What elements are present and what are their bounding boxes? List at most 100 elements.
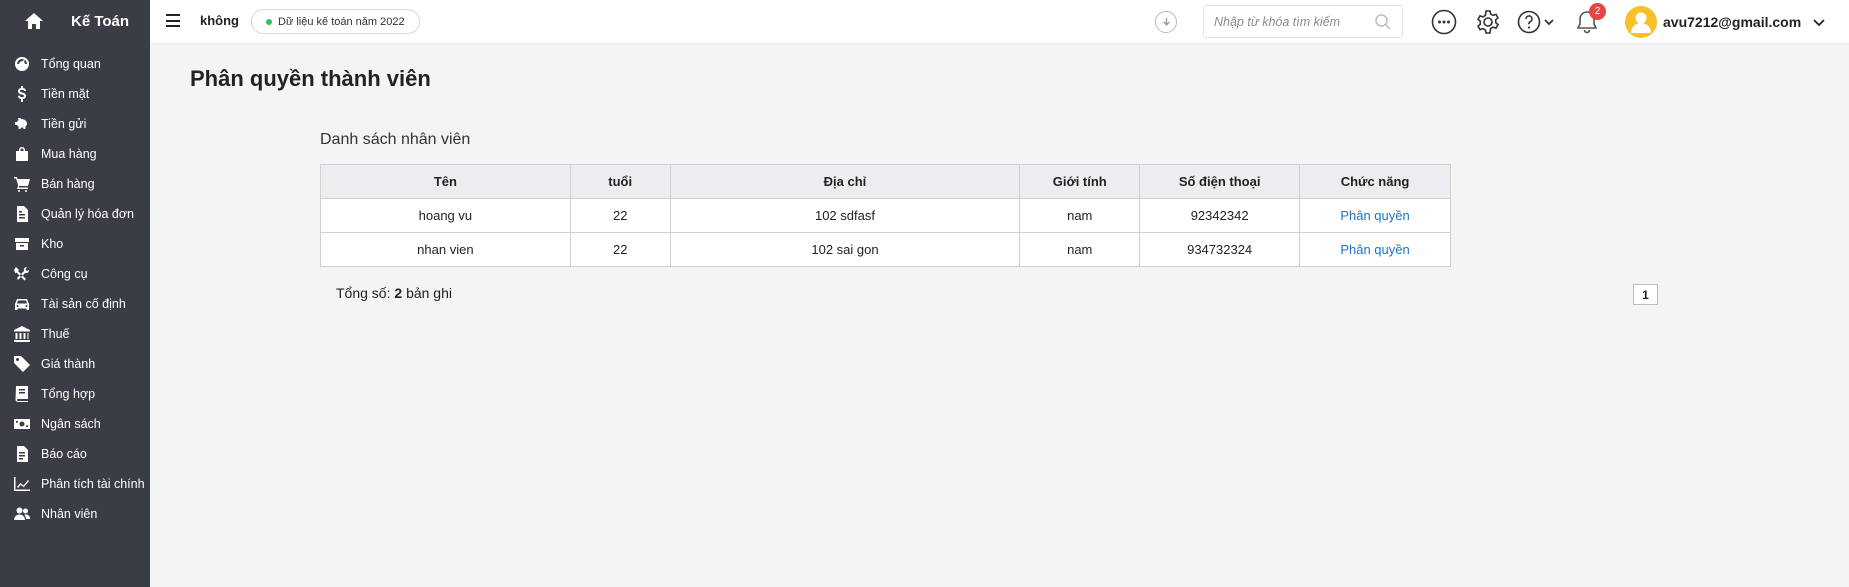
search-box — [1203, 5, 1403, 38]
cell-gender: nam — [1019, 198, 1141, 233]
dashboard-icon — [13, 56, 31, 72]
sidebar-item-label: Thuế — [41, 327, 70, 341]
shopping-bag-icon — [13, 146, 31, 162]
line-chart-icon — [13, 476, 31, 492]
cell-name: nhan vien — [320, 232, 571, 267]
search-icon[interactable] — [1374, 13, 1392, 31]
piggy-bank-icon — [13, 116, 31, 132]
brand[interactable]: Kế Toán — [0, 0, 150, 42]
sidebar-item-thue[interactable]: Thuế — [0, 319, 150, 349]
chevron-down-icon — [1813, 15, 1825, 30]
invoice-icon — [13, 206, 31, 222]
sidebar-item-label: Kho — [41, 237, 64, 251]
sidebar-item-label: Tổng quan — [41, 57, 101, 71]
database-label: Dữ liệu kế toán năm 2022 — [278, 15, 405, 28]
sidebar-item-tong-hop[interactable]: Tổng hợp — [0, 379, 150, 409]
cell-address: 102 sdfasf — [669, 198, 1021, 233]
sidebar-item-cong-cu[interactable]: Công cụ — [0, 259, 150, 289]
column-header-name: Tên — [320, 164, 571, 199]
app-title: Kế Toán — [71, 12, 130, 30]
search-input[interactable] — [1214, 14, 1364, 29]
sidebar-item-tong-quan[interactable]: Tổng quan — [0, 49, 150, 79]
sidebar-item-ban-hang[interactable]: Bán hàng — [0, 169, 150, 199]
section-title: Danh sách nhân viên — [320, 131, 471, 148]
sidebar-nav: Tổng quan Tiền mặt Tiền gửi Mua hàng Bán… — [0, 49, 150, 529]
home-icon[interactable] — [24, 11, 44, 31]
cell-action: Phân quyền — [1299, 198, 1451, 233]
sidebar-item-label: Tiền gửi — [41, 117, 87, 131]
warehouse-icon — [13, 236, 31, 252]
sidebar-item-phan-tich-tai-chinh[interactable]: Phân tích tài chính — [0, 469, 150, 499]
pagination-page-button[interactable]: 1 — [1633, 284, 1658, 305]
book-icon — [13, 386, 31, 402]
sidebar-item-label: Tài sản cố định — [41, 297, 126, 311]
sidebar-item-ngan-sach[interactable]: Ngân sách — [0, 409, 150, 439]
user-email: avu7212@gmail.com — [1663, 14, 1802, 30]
tag-icon — [13, 356, 31, 372]
top-bar: không Dữ liệu kế toán năm 2022 2 avu7212… — [150, 0, 1849, 44]
sidebar-item-tai-san-co-dinh[interactable]: Tài sản cố định — [0, 289, 150, 319]
notification-badge: 2 — [1589, 3, 1606, 20]
sidebar-item-label: Phân tích tài chính — [41, 477, 145, 491]
column-header-gender: Giới tính — [1019, 164, 1141, 199]
report-icon — [13, 446, 31, 462]
money-icon — [13, 416, 31, 432]
table-row: nhan vien 22 102 sai gon nam 934732324 P… — [320, 232, 1451, 267]
company-name[interactable]: không — [200, 13, 239, 28]
sidebar-item-tien-mat[interactable]: Tiền mặt — [0, 79, 150, 109]
users-icon — [13, 506, 31, 522]
cart-icon — [13, 176, 31, 192]
cell-age: 22 — [569, 198, 671, 233]
sidebar: Kế Toán Tổng quan Tiền mặt Tiền gửi Mua … — [0, 0, 150, 587]
column-header-phone: Số điện thoại — [1139, 164, 1301, 199]
sidebar-item-quan-ly-hoa-don[interactable]: Quản lý hóa đơn — [0, 199, 150, 229]
cell-name: hoang vu — [320, 198, 571, 233]
sidebar-item-label: Báo cáo — [41, 447, 87, 461]
download-icon[interactable] — [1155, 11, 1177, 33]
sidebar-item-label: Công cụ — [41, 267, 88, 281]
record-total: Tổng số: 2 bản ghi — [336, 285, 452, 301]
sidebar-item-label: Mua hàng — [41, 147, 97, 161]
table-row: hoang vu 22 102 sdfasf nam 92342342 Phân… — [320, 198, 1451, 233]
employee-table: Tên tuổi Địa chỉ Giới tính Số điện thoại… — [320, 164, 1451, 267]
sidebar-item-label: Quản lý hóa đơn — [41, 207, 134, 221]
menu-toggle-icon[interactable] — [166, 14, 180, 27]
sidebar-item-kho[interactable]: Kho — [0, 229, 150, 259]
cell-address: 102 sai gon — [669, 232, 1021, 267]
sidebar-item-nhan-vien[interactable]: Nhân viên — [0, 499, 150, 529]
table-header-row: Tên tuổi Địa chỉ Giới tính Số điện thoại… — [320, 164, 1451, 199]
settings-gear-icon[interactable] — [1475, 9, 1501, 35]
page-title: Phân quyền thành viên — [190, 66, 431, 91]
cell-gender: nam — [1019, 232, 1141, 267]
column-header-action: Chức năng — [1299, 164, 1451, 199]
column-header-age: tuổi — [569, 164, 671, 199]
cell-phone: 92342342 — [1139, 198, 1301, 233]
sidebar-item-label: Ngân sách — [41, 417, 101, 431]
notification-bell-icon[interactable]: 2 — [1574, 3, 1606, 35]
sidebar-item-bao-cao[interactable]: Báo cáo — [0, 439, 150, 469]
column-header-address: Địa chỉ — [669, 164, 1021, 199]
sidebar-item-label: Tiền mặt — [41, 87, 90, 101]
sidebar-item-label: Tổng hợp — [41, 387, 96, 401]
help-icon[interactable] — [1517, 9, 1557, 35]
bank-icon — [13, 326, 31, 342]
sidebar-item-label: Nhân viên — [41, 507, 98, 521]
sidebar-item-gia-thanh[interactable]: Giá thành — [0, 349, 150, 379]
assign-permission-link[interactable]: Phân quyền — [1340, 208, 1409, 223]
sidebar-item-mua-hang[interactable]: Mua hàng — [0, 139, 150, 169]
dollar-icon — [13, 86, 31, 102]
avatar — [1625, 6, 1657, 38]
database-selector[interactable]: Dữ liệu kế toán năm 2022 — [251, 9, 420, 34]
total-count: 2 — [394, 285, 403, 301]
sidebar-item-label: Giá thành — [41, 357, 96, 371]
user-menu[interactable]: avu7212@gmail.com — [1625, 6, 1825, 38]
status-dot — [266, 18, 272, 25]
sidebar-item-tien-gui[interactable]: Tiền gửi — [0, 109, 150, 139]
assign-permission-link[interactable]: Phân quyền — [1340, 242, 1409, 257]
car-icon — [13, 296, 31, 312]
total-label: Tổng số: — [336, 285, 391, 301]
more-options-icon[interactable] — [1431, 9, 1457, 35]
sidebar-item-label: Bán hàng — [41, 177, 95, 191]
tools-icon — [13, 266, 31, 282]
total-suffix: bản ghi — [406, 285, 452, 301]
